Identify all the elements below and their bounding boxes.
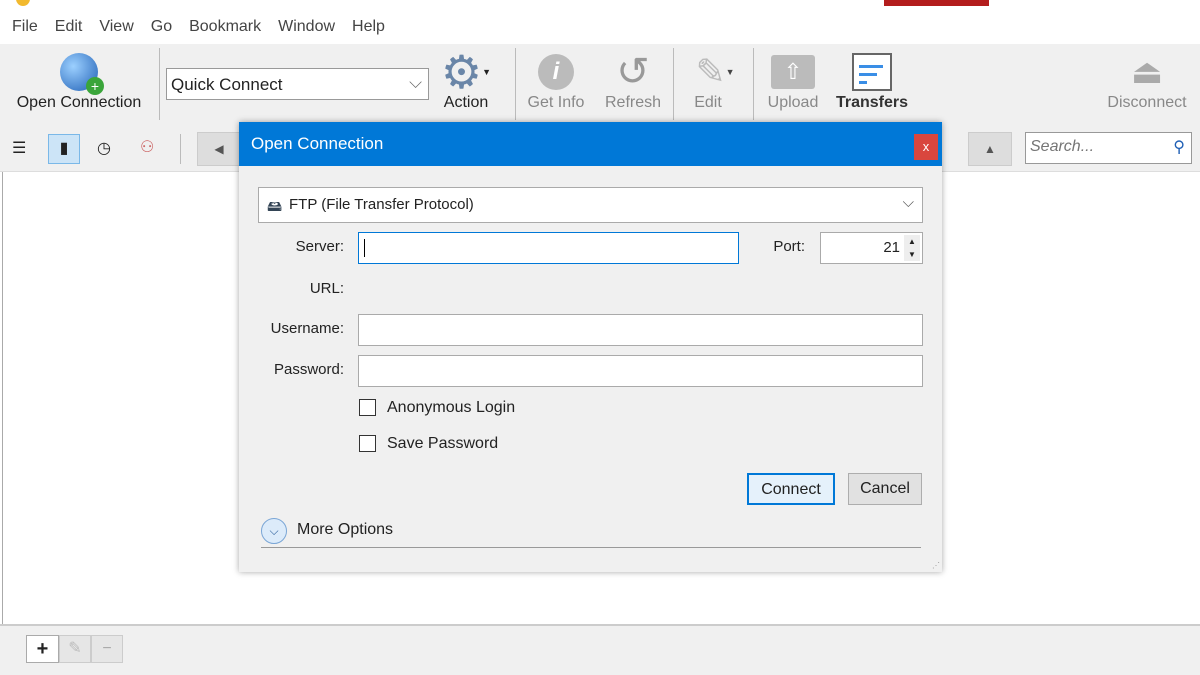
protocol-value: FTP (File Transfer Protocol)	[289, 196, 474, 213]
resize-grip-icon[interactable]: ⋰	[932, 561, 940, 570]
disconnect-button[interactable]: ⏏ Disconnect	[1100, 50, 1194, 112]
menu-go[interactable]: Go	[151, 18, 172, 36]
gear-icon: ⚙	[440, 46, 483, 98]
more-options-toggle[interactable]: More Options	[297, 521, 393, 539]
dialog-title-bar: Open Connection x	[239, 122, 942, 166]
menu-bookmark[interactable]: Bookmark	[189, 18, 261, 36]
username-input[interactable]	[358, 314, 923, 346]
plus-badge-icon: +	[86, 77, 104, 95]
label: Open Connection	[16, 94, 142, 111]
get-info-button[interactable]: i Get Info	[526, 50, 586, 112]
port-label: Port:	[773, 238, 805, 255]
pencil-icon: ✎	[695, 51, 726, 92]
label: Upload	[767, 94, 819, 111]
search-input[interactable]	[1026, 133, 1161, 161]
menu-view[interactable]: View	[99, 18, 133, 36]
globe-icon: +	[60, 53, 104, 95]
refresh-button[interactable]: ↺ Refresh	[603, 50, 663, 112]
transfers-button[interactable]: Transfers	[834, 50, 910, 112]
bonjour-icon[interactable]: ⚇	[140, 137, 154, 157]
remove-bookmark-button[interactable]: −	[91, 635, 123, 663]
history-icon[interactable]: ◷	[97, 138, 111, 158]
app-icon	[16, 0, 30, 6]
menu-bar: File Edit View Go Bookmark Window Help	[12, 18, 385, 36]
open-connection-dialog: Open Connection x 🖴 FTP (File Transfer P…	[239, 122, 942, 572]
password-label: Password:	[273, 361, 344, 378]
dialog-title: Open Connection	[251, 134, 384, 153]
label: Get Info	[527, 94, 585, 111]
quick-connect-combo[interactable]: Quick Connect ⌵	[166, 68, 429, 100]
port-input[interactable]: 21 ▲ ▼	[820, 232, 923, 264]
parent-folder-button[interactable]: ▲	[968, 132, 1012, 166]
transfers-icon	[852, 53, 892, 91]
label: Action	[443, 94, 489, 111]
server-input[interactable]	[358, 232, 739, 264]
search-icon: ⚲	[1173, 139, 1185, 156]
label: Edit	[694, 94, 722, 111]
text-cursor	[364, 239, 365, 257]
edit-button[interactable]: ✎ ▼ Edit	[680, 50, 750, 112]
label: Refresh	[604, 94, 662, 111]
action-button[interactable]: ⚙ ▼ Action	[436, 46, 496, 112]
cancel-button[interactable]: Cancel	[848, 473, 922, 505]
menu-file[interactable]: File	[12, 18, 38, 36]
back-button[interactable]: ◀	[197, 132, 241, 166]
add-bookmark-button[interactable]: +	[26, 635, 59, 663]
bottom-bar: + ✎ −	[0, 624, 1200, 675]
divider	[261, 547, 921, 548]
chevron-down-icon: ⌵	[902, 194, 914, 211]
port-value: 21	[883, 239, 900, 256]
eject-icon: ⏏	[1130, 53, 1164, 91]
menu-edit[interactable]: Edit	[55, 18, 83, 36]
dropdown-arrow-icon: ▼	[482, 67, 492, 77]
search-field[interactable]: ⚲	[1025, 132, 1192, 164]
password-input[interactable]	[358, 355, 923, 387]
ftp-drive-icon: 🖴	[267, 198, 283, 215]
save-password-checkbox[interactable]	[359, 435, 376, 452]
dropdown-arrow-icon: ▼	[725, 67, 735, 77]
edit-bookmark-button[interactable]: ✎	[59, 635, 91, 663]
url-label: URL:	[309, 280, 344, 297]
anonymous-login-checkbox[interactable]	[359, 399, 376, 416]
toolbar: + Open Connection Quick Connect ⌵ ⚙ ▼ Act…	[0, 44, 1200, 126]
chevron-down-circle-icon[interactable]: ⌵	[261, 518, 287, 544]
anonymous-login-label: Anonymous Login	[387, 399, 516, 416]
title-bar-button[interactable]	[884, 0, 989, 6]
open-connection-button[interactable]: + Open Connection	[8, 50, 150, 112]
username-label: Username:	[270, 320, 344, 337]
outline-view-icon[interactable]: ☰	[12, 138, 26, 158]
label: Transfers	[835, 94, 909, 111]
menu-help[interactable]: Help	[352, 18, 385, 36]
port-stepper[interactable]: ▲ ▼	[904, 235, 920, 261]
chevron-down-icon: ⌵	[409, 73, 422, 92]
quick-connect-value: Quick Connect	[171, 75, 283, 94]
bookmarks-icon[interactable]: ▮	[48, 134, 80, 164]
label: Disconnect	[1107, 94, 1187, 111]
info-icon: i	[538, 54, 574, 90]
connect-button[interactable]: Connect	[747, 473, 835, 505]
close-button[interactable]: x	[914, 134, 938, 160]
protocol-select[interactable]: 🖴 FTP (File Transfer Protocol) ⌵	[258, 187, 923, 223]
upload-button[interactable]: ⇧ Upload	[762, 50, 824, 112]
upload-folder-icon: ⇧	[771, 55, 815, 89]
menu-window[interactable]: Window	[278, 18, 335, 36]
save-password-label: Save Password	[387, 435, 499, 452]
server-label: Server:	[295, 238, 344, 255]
refresh-icon: ↺	[616, 50, 650, 94]
